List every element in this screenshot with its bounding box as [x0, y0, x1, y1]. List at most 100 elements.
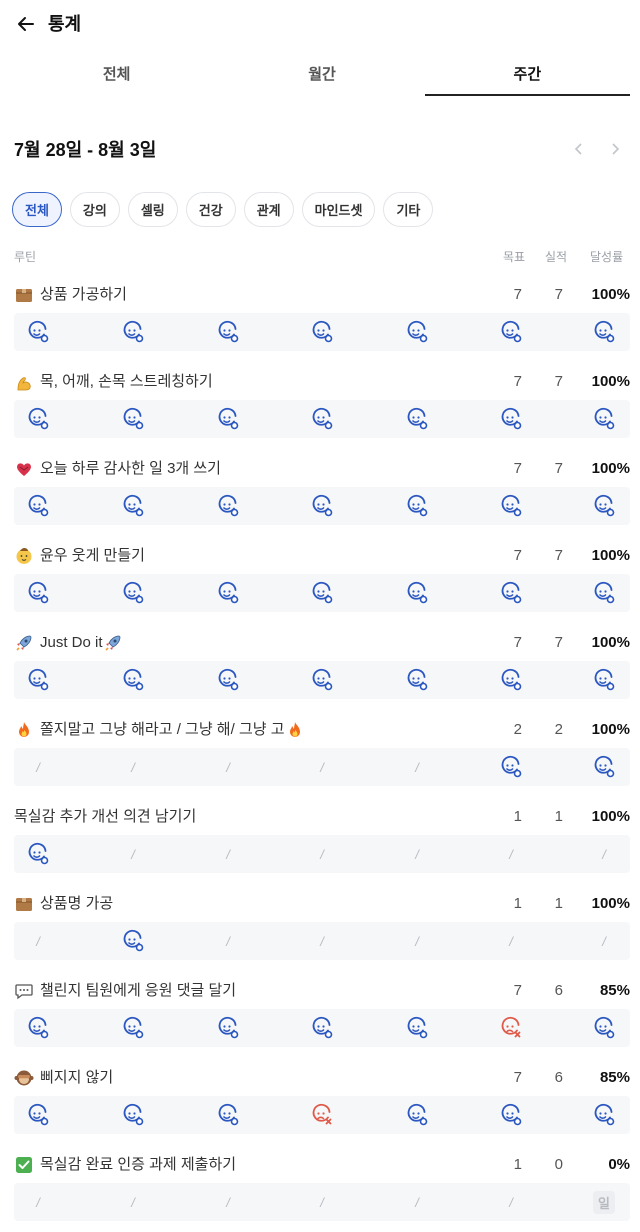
routine-goal: 1: [513, 1156, 522, 1173]
tab-monthly[interactable]: 월간: [219, 56, 424, 98]
smile-face-icon[interactable]: [18, 487, 58, 525]
routine-row[interactable]: 목실감 추가 개선 의견 남기기 1 1 100% / / / / / /: [0, 803, 640, 890]
smile-face-icon[interactable]: [18, 1009, 58, 1047]
smile-face-icon[interactable]: [208, 487, 248, 525]
chip-all[interactable]: 전체: [12, 192, 62, 227]
smile-face-icon[interactable]: [584, 661, 624, 699]
smile-face-icon[interactable]: [302, 661, 342, 699]
day-status-row: [14, 313, 630, 351]
smile-face-icon[interactable]: [584, 574, 624, 612]
smile-face-icon[interactable]: [397, 1009, 437, 1047]
sad-face-icon[interactable]: [302, 1096, 342, 1134]
smile-face-icon[interactable]: [584, 1009, 624, 1047]
routine-header: 쫄지말고 그냥 해라고 / 그냥 해/ 그냥 고 2 2 100%: [14, 716, 630, 744]
routine-name-wrap: 챌린지 팀원에게 응원 댓글 달기: [14, 981, 236, 1001]
next-week-button[interactable]: [604, 138, 626, 160]
chip-etc[interactable]: 기타: [383, 192, 434, 227]
chip-health[interactable]: 건강: [185, 192, 236, 227]
routine-header: 목실감 추가 개선 의견 남기기 1 1 100%: [14, 803, 630, 831]
routine-name: 상품 가공하기: [40, 286, 127, 303]
routine-row[interactable]: 오늘 하루 감사한 일 3개 쓰기 7 7 100%: [0, 455, 640, 542]
smile-face-icon[interactable]: [584, 487, 624, 525]
smile-face-icon[interactable]: [397, 1096, 437, 1134]
smile-face-icon[interactable]: [491, 661, 531, 699]
routine-row[interactable]: 상품 가공하기 7 7 100%: [0, 281, 640, 368]
routine-row[interactable]: 목, 어깨, 손목 스트레칭하기 7 7 100%: [0, 368, 640, 455]
smile-face-icon[interactable]: [491, 574, 531, 612]
routine-name: 챌린지 팀원에게 응원 댓글 달기: [40, 982, 237, 999]
routine-row[interactable]: 윤우 웃게 만들기 7 7 100%: [0, 542, 640, 629]
routine-row[interactable]: 쫄지말고 그냥 해라고 / 그냥 해/ 그냥 고 2 2 100% / / / / /: [0, 716, 640, 803]
flexed-bicep-emoji-icon: [14, 372, 34, 392]
smile-face-icon[interactable]: [491, 1096, 531, 1134]
smile-face-icon[interactable]: [302, 574, 342, 612]
routine-row[interactable]: 삐지지 않기 7 6 85%: [0, 1064, 640, 1151]
prev-week-button[interactable]: [568, 138, 590, 160]
empty-day-slash: /: [602, 933, 606, 949]
tab-weekly[interactable]: 주간: [424, 56, 631, 98]
day-cell[interactable]: 일: [584, 1183, 624, 1221]
routine-actual: 7: [554, 373, 563, 390]
routine-name-wrap: 윤우 웃게 만들기: [14, 546, 145, 566]
routine-goal: 1: [513, 895, 522, 912]
chip-relationship[interactable]: 관계: [243, 192, 294, 227]
smile-face-icon[interactable]: [397, 400, 437, 438]
smile-face-icon[interactable]: [584, 313, 624, 351]
smile-face-icon[interactable]: [18, 400, 58, 438]
empty-day-slash: /: [415, 846, 419, 862]
smile-face-icon[interactable]: [113, 400, 153, 438]
sad-face-icon[interactable]: [491, 1009, 531, 1047]
routine-actual: 2: [554, 721, 563, 738]
routine-actual: 6: [554, 982, 563, 999]
smile-face-icon[interactable]: [113, 922, 153, 960]
routine-row[interactable]: 챌린지 팀원에게 응원 댓글 달기 7 6 85%: [0, 977, 640, 1064]
routine-row[interactable]: 목실감 완료 인증 과제 제출하기 1 0 0% / / / / / / 일: [0, 1151, 640, 1232]
chevron-left-icon: [574, 143, 582, 155]
back-button[interactable]: [14, 12, 38, 36]
smile-face-icon[interactable]: [302, 487, 342, 525]
smile-face-icon[interactable]: [113, 313, 153, 351]
empty-day-slash: /: [36, 759, 40, 775]
smile-face-icon[interactable]: [18, 313, 58, 351]
chip-lecture[interactable]: 강의: [69, 192, 120, 227]
chip-selling[interactable]: 셀링: [127, 192, 178, 227]
smile-face-icon[interactable]: [113, 487, 153, 525]
smile-face-icon[interactable]: [397, 574, 437, 612]
smile-face-icon[interactable]: [302, 1009, 342, 1047]
empty-day-slash: /: [415, 759, 419, 775]
smile-face-icon[interactable]: [397, 313, 437, 351]
smile-face-icon[interactable]: [208, 661, 248, 699]
routine-actual: 6: [554, 1069, 563, 1086]
smile-face-icon[interactable]: [302, 313, 342, 351]
rocket-emoji-icon: [14, 633, 34, 653]
smile-face-icon[interactable]: [491, 487, 531, 525]
speech-bubble-emoji-icon: [14, 981, 34, 1001]
smile-face-icon[interactable]: [584, 400, 624, 438]
smile-face-icon[interactable]: [208, 574, 248, 612]
smile-face-icon[interactable]: [113, 1009, 153, 1047]
smile-face-icon[interactable]: [113, 661, 153, 699]
smile-face-icon[interactable]: [208, 1009, 248, 1047]
smile-face-icon[interactable]: [208, 1096, 248, 1134]
smile-face-icon[interactable]: [491, 400, 531, 438]
smile-face-icon[interactable]: [18, 835, 58, 873]
tab-all[interactable]: 전체: [14, 56, 219, 98]
chip-mindset[interactable]: 마인드셋: [301, 192, 376, 227]
smile-face-icon[interactable]: [18, 574, 58, 612]
package-emoji-icon: [14, 285, 34, 305]
smile-face-icon[interactable]: [397, 661, 437, 699]
smile-face-icon[interactable]: [397, 487, 437, 525]
smile-face-icon[interactable]: [584, 1096, 624, 1134]
smile-face-icon[interactable]: [18, 1096, 58, 1134]
smile-face-icon[interactable]: [491, 313, 531, 351]
smile-face-icon[interactable]: [584, 748, 624, 786]
smile-face-icon[interactable]: [208, 400, 248, 438]
smile-face-icon[interactable]: [302, 400, 342, 438]
smile-face-icon[interactable]: [113, 1096, 153, 1134]
smile-face-icon[interactable]: [18, 661, 58, 699]
smile-face-icon[interactable]: [113, 574, 153, 612]
smile-face-icon[interactable]: [491, 748, 531, 786]
smile-face-icon[interactable]: [208, 313, 248, 351]
routine-row[interactable]: 상품명 가공 1 1 100% / / / / / /: [0, 890, 640, 977]
routine-row[interactable]: Just Do it 7 7 100%: [0, 629, 640, 716]
